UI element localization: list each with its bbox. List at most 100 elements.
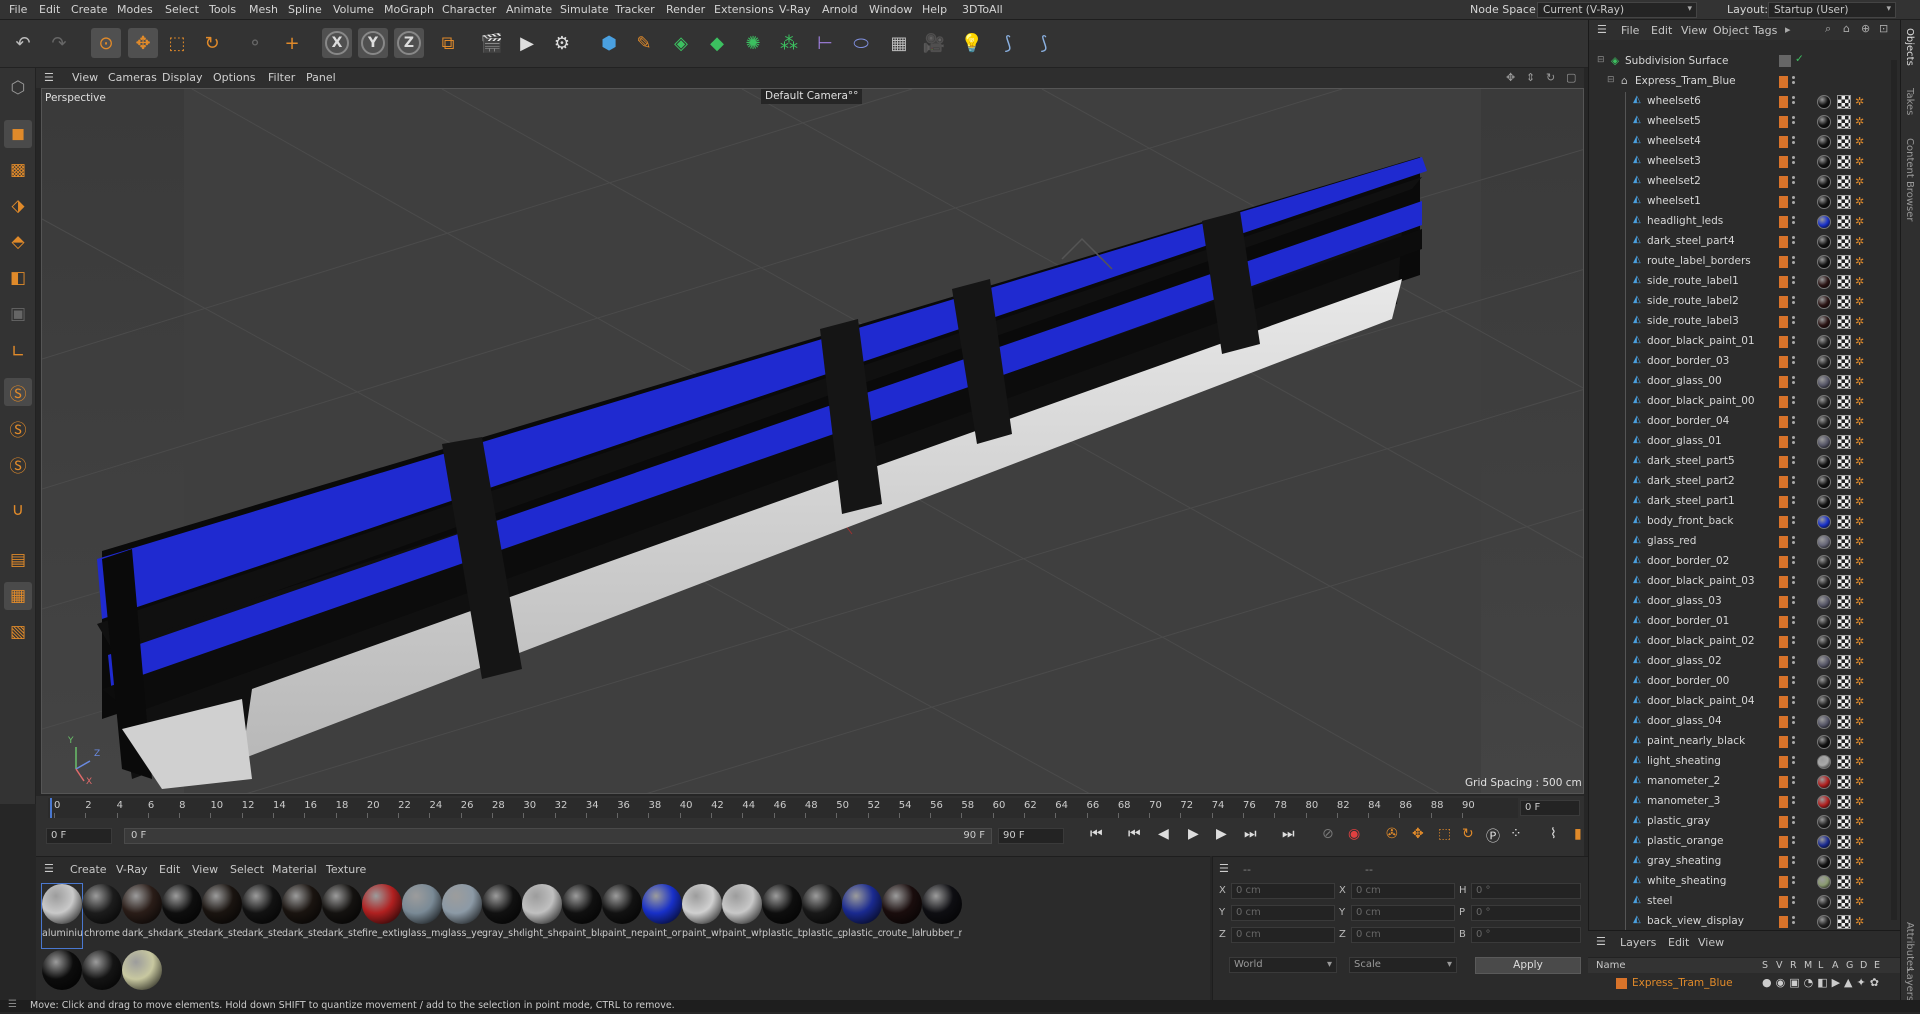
viewport-3d[interactable]: Perspective Default Camera°° Y Z X Grid … [41,88,1584,794]
texture-tag-icon[interactable] [1837,615,1851,629]
material-tag-icon[interactable] [1817,375,1831,389]
visibility-dots-icon[interactable] [1792,275,1796,289]
material-swatch[interactable]: paint_wh [682,884,722,948]
phong-tag-icon[interactable]: ✲ [1855,535,1869,549]
size-field[interactable]: 0 cm [1351,905,1455,921]
visibility-dots-icon[interactable] [1792,355,1796,369]
material-swatch[interactable]: paint_ne [602,884,642,948]
material-tag-icon[interactable] [1817,915,1831,929]
phong-tag-icon[interactable]: ✲ [1855,395,1869,409]
redo-icon[interactable]: ↷ [44,28,74,58]
phong-tag-icon[interactable]: ✲ [1855,455,1869,469]
planar-workplane-icon[interactable]: ▧ [4,618,32,646]
phong-tag-icon[interactable]: ✲ [1855,315,1869,329]
menu-edit[interactable]: Edit [39,3,60,16]
goto-start-icon[interactable]: ⏮ [1090,826,1103,842]
obj-menu-edit[interactable]: Edit [1651,24,1672,37]
object-row[interactable]: ◭ door_glass_04 ✲ [1589,712,1901,732]
coordinate-system-icon[interactable]: ⧉ [433,28,463,58]
object-row[interactable]: ◭ white_sheating ✲ [1589,872,1901,892]
phong-tag-icon[interactable]: ✲ [1855,695,1869,709]
material-tag-icon[interactable] [1817,495,1831,509]
texture-tag-icon[interactable] [1837,135,1851,149]
material-tag-icon[interactable] [1817,655,1831,669]
texture-tag-icon[interactable] [1837,635,1851,649]
hamburger-icon[interactable]: ☰ [44,71,54,84]
visibility-dots-icon[interactable] [1792,695,1796,709]
menu-mesh[interactable]: Mesh [249,3,278,16]
position-field[interactable]: 0 cm [1231,927,1335,943]
object-row[interactable]: ◭ light_sheating ✲ [1589,752,1901,772]
material-tag-icon[interactable] [1817,755,1831,769]
size-field[interactable]: 0 cm [1351,883,1455,899]
texture-tag-icon[interactable] [1837,775,1851,789]
material-swatch[interactable]: plastic_o [842,884,882,948]
camera-icon[interactable]: 🎥 [919,28,949,58]
visibility-dots-icon[interactable] [1792,255,1796,269]
phong-tag-icon[interactable]: ✲ [1855,515,1869,529]
object-row[interactable]: ◭ plastic_gray ✲ [1589,812,1901,832]
phong-tag-icon[interactable]: ✲ [1855,235,1869,249]
texture-tag-icon[interactable] [1837,235,1851,249]
material-tag-icon[interactable] [1817,635,1831,649]
object-row[interactable]: ◭ paint_nearly_black ✲ [1589,732,1901,752]
object-row[interactable]: ◭ door_border_00 ✲ [1589,672,1901,692]
hamburger-icon[interactable]: ☰ [1597,23,1607,36]
object-row[interactable]: ◭ headlight_leds ✲ [1589,212,1901,232]
phong-tag-icon[interactable]: ✲ [1855,855,1869,869]
phong-tag-icon[interactable]: ✲ [1855,215,1869,229]
obj-menu-view[interactable]: View [1681,24,1707,37]
material-swatch[interactable]: gray_she [482,884,522,948]
texture-tag-icon[interactable] [1837,515,1851,529]
object-row[interactable]: ◭ door_border_04 ✲ [1589,412,1901,432]
material-swatch[interactable]: glass_ma [402,884,442,948]
menu-render[interactable]: Render [666,3,705,16]
material-tag-icon[interactable] [1817,575,1831,589]
rotate-icon[interactable]: ↻ [197,28,227,58]
pen-icon[interactable]: ✎ [629,28,659,58]
texture-tag-icon[interactable] [1837,595,1851,609]
axis-mode-icon[interactable]: ∟ [4,338,32,366]
key-param-icon[interactable]: Ⓟ [1486,826,1500,846]
prev-key-icon[interactable]: ⏮ [1128,826,1141,842]
position-field[interactable]: 0 cm [1231,883,1335,899]
object-row[interactable]: ◭ wheelset2 ✲ [1589,172,1901,192]
z-axis-lock-icon[interactable]: Z [394,28,424,58]
subdivision-icon[interactable]: ◈ [666,28,696,58]
y-axis-lock-icon[interactable]: Y [358,28,388,58]
visibility-dots-icon[interactable] [1792,875,1796,889]
timeline-ruler[interactable]: 0 2 4 6 8 10 12 14 16 18 20 22 24 26 28 30 32 34 36 38 40 42 4… [48,798,1518,818]
viewport-menu-options[interactable]: Options [213,71,255,84]
texture-tag-icon[interactable] [1837,455,1851,469]
phong-tag-icon[interactable]: ✲ [1855,435,1869,449]
material-swatch[interactable]: paint_wh [722,884,762,948]
obj-menu-object[interactable]: Object [1713,24,1749,37]
apply-button[interactable]: Apply [1475,957,1581,974]
recent-tools-icon[interactable]: ⚬ [240,28,270,58]
python-icon[interactable]: ⟆ [993,28,1023,58]
playhead[interactable] [50,798,52,818]
menu-simulate[interactable]: Simulate [560,3,609,16]
phong-tag-icon[interactable]: ✲ [1855,495,1869,509]
search-icon[interactable]: ⌕ [1825,22,1831,36]
mat-menu-texture[interactable]: Texture [326,863,366,876]
phong-tag-icon[interactable]: ✲ [1855,815,1869,829]
material-tag-icon[interactable] [1817,775,1831,789]
visibility-dots-icon[interactable] [1792,435,1796,449]
viewport-menu-view[interactable]: View [72,71,98,84]
phong-tag-icon[interactable]: ✲ [1855,415,1869,429]
phong-tag-icon[interactable]: ✲ [1855,735,1869,749]
material-swatch[interactable]: light_she [522,884,562,948]
hamburger-icon[interactable]: ☰ [8,999,17,1010]
move-icon[interactable]: ✥ [128,28,158,58]
menu-mograph[interactable]: MoGraph [384,3,434,16]
texture-tag-icon[interactable] [1837,355,1851,369]
mat-menu-select[interactable]: Select [230,863,264,876]
rotation-field[interactable]: 0 ° [1471,927,1581,943]
texture-tag-icon[interactable] [1837,435,1851,449]
visibility-dots-icon[interactable] [1792,135,1796,149]
prev-frame-icon[interactable]: ◀ [1158,826,1169,842]
visibility-dots-icon[interactable] [1792,615,1796,629]
object-row[interactable]: ◭ side_route_label1 ✲ [1589,272,1901,292]
object-row[interactable]: ◭ dark_steel_part5 ✲ [1589,452,1901,472]
